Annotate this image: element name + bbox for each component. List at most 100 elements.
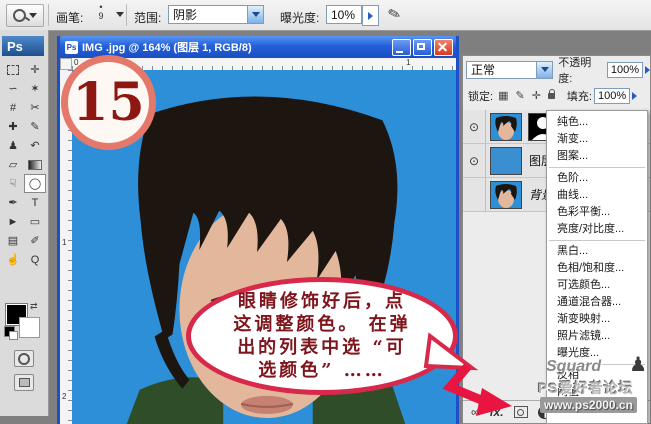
lock-position-icon[interactable]: ✛ [532, 89, 541, 102]
menu-item-gradient-map[interactable]: 渐变映射... [547, 311, 647, 328]
marquee-icon [7, 65, 19, 75]
pen-icon: ✒ [8, 196, 17, 209]
close-button[interactable] [434, 39, 453, 56]
tool-gradient[interactable] [24, 155, 46, 174]
brush-size-value: 9 [98, 12, 103, 21]
visibility-eye-icon[interactable]: ⊙ [463, 110, 486, 143]
quick-mask-button[interactable] [14, 350, 34, 367]
tool-type[interactable]: T [24, 193, 46, 212]
menu-item-brightness-contrast[interactable]: 亮度/对比度... [547, 221, 647, 238]
visibility-eye-icon[interactable]: ⊙ [463, 144, 486, 177]
notes-icon: ▤ [8, 234, 18, 247]
menu-item-hue-saturation[interactable]: 色相/饱和度... [547, 260, 647, 277]
menu-item-threshold[interactable]: 阈值 [547, 384, 647, 401]
exposure-input[interactable]: 10% [326, 5, 362, 24]
adjustment-layer-menu: 纯色... 渐变... 图案... 色阶... 曲线... 色彩平衡... 亮度… [546, 110, 648, 424]
document-icon: Ps [65, 41, 78, 54]
brush-size-picker[interactable]: • 9 [88, 3, 114, 27]
tool-magic-wand[interactable]: ✶ [24, 79, 46, 98]
menu-item-photo-filter[interactable]: 照片滤镜... [547, 328, 647, 345]
tool-eraser[interactable]: ▱ [2, 155, 24, 174]
fill-label: 填充: [567, 88, 592, 104]
zoom-icon: Q [31, 254, 40, 266]
tool-shape[interactable]: ▭ [24, 212, 46, 231]
bubble-line: 眼睛修饰好后，点 [238, 290, 406, 313]
tool-eyedropper[interactable]: ✐ [24, 231, 46, 250]
fill-value[interactable]: 100% [594, 88, 630, 104]
maximize-button[interactable] [413, 39, 432, 56]
tool-zoom[interactable]: Q [24, 250, 46, 269]
menu-item-exposure[interactable]: 曝光度... [547, 345, 647, 362]
quick-mask-icon [18, 353, 30, 365]
menu-item-solid-color[interactable]: 纯色... [547, 114, 647, 131]
healing-brush-icon: ✚ [8, 120, 17, 133]
photoshop-screen: 画笔: • 9 范围: 阴影 曝光度: 10% ✎ Ps ✛ ∽ ✶ # ✂ ✚… [0, 0, 651, 424]
visibility-eye-icon-empty[interactable] [463, 178, 486, 211]
bubble-line: 出的列表中选 “可 [237, 336, 407, 359]
tool-rectangular-marquee[interactable] [2, 60, 24, 79]
menu-item-invert[interactable]: 反相 [547, 367, 647, 384]
chevron-down-icon [29, 13, 37, 18]
path-selection-icon: ► [8, 216, 19, 228]
menu-item-curves[interactable]: 曲线... [547, 187, 647, 204]
opacity-label: 不透明度: [558, 54, 605, 86]
tool-move[interactable]: ✛ [24, 60, 46, 79]
tool-smudge[interactable]: ☟ [2, 174, 24, 193]
screen-mode-icon [19, 378, 30, 387]
tool-path-selection[interactable]: ► [2, 212, 24, 231]
chevron-down-icon[interactable] [536, 62, 552, 78]
opacity-value[interactable]: 100% [607, 62, 643, 78]
chevron-down-icon[interactable] [247, 6, 263, 23]
layer-thumbnail[interactable] [490, 181, 522, 209]
minimize-button[interactable] [392, 39, 411, 56]
chevron-down-icon[interactable] [116, 12, 124, 17]
range-select[interactable]: 阴影 [168, 5, 264, 24]
menu-item-levels[interactable]: 色阶... [547, 170, 647, 187]
menu-item-pattern[interactable]: 图案... [547, 148, 647, 165]
tool-dodge[interactable]: ◯ [24, 174, 46, 193]
smudge-icon: ☟ [10, 177, 17, 190]
layer-thumbnail[interactable] [490, 147, 522, 175]
opacity-slider-icon[interactable] [645, 66, 650, 74]
magic-wand-icon: ✶ [30, 82, 39, 95]
fill-slider-icon[interactable] [632, 92, 637, 100]
tool-healing-brush[interactable]: ✚ [2, 117, 24, 136]
tool-notes[interactable]: ▤ [2, 231, 24, 250]
screen-mode-button[interactable] [14, 374, 34, 391]
exposure-slider-button[interactable] [362, 5, 379, 26]
menu-item-selective-color[interactable]: 可选颜色... [547, 277, 647, 294]
lock-all-icon[interactable] [548, 93, 555, 99]
tool-lasso[interactable]: ∽ [2, 79, 24, 98]
blend-mode-select[interactable]: 正常 [466, 61, 553, 79]
tool-crop[interactable]: # [2, 98, 24, 117]
ruler-number: 2 [62, 392, 66, 401]
tool-preset-picker[interactable] [6, 4, 44, 27]
menu-item-gradient[interactable]: 渐变... [547, 131, 647, 148]
crop-icon: # [10, 102, 16, 114]
menu-item-black-white[interactable]: 黑白... [547, 243, 647, 260]
ruler-number: 1 [406, 58, 410, 67]
exposure-label: 曝光度: [280, 9, 319, 26]
menu-item-channel-mixer[interactable]: 通道混合器... [547, 294, 647, 311]
divider [48, 4, 49, 26]
shape-icon: ▭ [30, 215, 40, 228]
lasso-icon: ∽ [8, 82, 17, 95]
tool-slice[interactable]: ✂ [24, 98, 46, 117]
tool-clone-stamp[interactable]: ♟ [2, 136, 24, 155]
swap-colors-icon[interactable]: ⇄ [30, 301, 38, 312]
lock-label: 锁定: [468, 88, 493, 104]
tool-pen[interactable]: ✒ [2, 193, 24, 212]
tool-brush[interactable]: ✎ [24, 117, 46, 136]
default-colors-icon[interactable] [4, 326, 15, 337]
clone-stamp-icon: ♟ [8, 139, 18, 152]
dodge-tool-icon [13, 9, 26, 22]
tool-hand[interactable]: ☝ [2, 250, 24, 269]
airbrush-icon[interactable]: ✎ [386, 3, 404, 24]
menu-item-color-balance[interactable]: 色彩平衡... [547, 204, 647, 221]
tool-history-brush[interactable]: ↶ [24, 136, 46, 155]
lock-transparency-icon[interactable]: ▦ [498, 89, 508, 102]
background-color-swatch[interactable] [19, 317, 40, 338]
layer-thumbnail[interactable] [490, 113, 522, 141]
document-titlebar[interactable]: Ps IMG .jpg @ 164% (图层 1, RGB/8) [60, 36, 456, 58]
lock-pixels-icon[interactable]: ✎ [515, 89, 524, 102]
